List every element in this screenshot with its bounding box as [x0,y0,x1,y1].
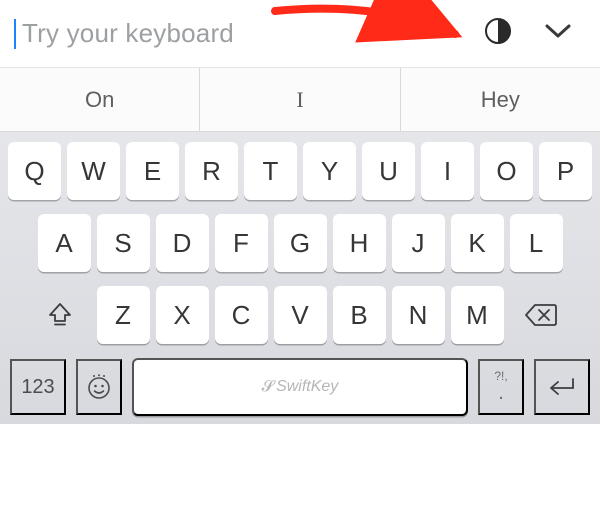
emoji-key[interactable] [76,359,122,415]
key-f[interactable]: F [215,214,268,272]
suggestion-bar: On I Hey [0,68,600,132]
key-s[interactable]: S [97,214,150,272]
key-b[interactable]: B [333,286,386,344]
key-c[interactable]: C [215,286,268,344]
return-icon [545,374,579,400]
suggestion-item[interactable]: I [199,68,399,131]
keyboard-try-input[interactable]: Try your keyboard [22,18,484,49]
key-a[interactable]: A [38,214,91,272]
emoji-icon [85,373,113,401]
space-brand-label: SwiftKey [262,378,339,396]
space-key[interactable]: SwiftKey [132,358,468,416]
contrast-icon[interactable] [484,17,512,50]
shift-key[interactable] [29,286,91,344]
header-icons [484,17,586,50]
key-m[interactable]: M [451,286,504,344]
key-row-1: Q W E R T Y U I O P [4,142,596,200]
suggestion-item[interactable]: On [0,68,199,131]
key-r[interactable]: R [185,142,238,200]
key-k[interactable]: K [451,214,504,272]
numeric-key[interactable]: 123 [10,359,66,415]
shift-icon [46,301,74,329]
keyboard: Q W E R T Y U I O P A S D F G H J K L Z … [0,132,600,424]
key-row-3: Z X C V B N M [4,286,596,344]
suggestion-item[interactable]: Hey [400,68,600,131]
key-g[interactable]: G [274,214,327,272]
key-v[interactable]: V [274,286,327,344]
key-u[interactable]: U [362,142,415,200]
key-e[interactable]: E [126,142,179,200]
key-d[interactable]: D [156,214,209,272]
punctuation-key[interactable]: ?!, . [478,359,524,415]
key-p[interactable]: P [539,142,592,200]
key-t[interactable]: T [244,142,297,200]
key-x[interactable]: X [156,286,209,344]
input-header: Try your keyboard [0,0,600,68]
return-key[interactable] [534,359,590,415]
key-i[interactable]: I [421,142,474,200]
key-q[interactable]: Q [8,142,61,200]
key-j[interactable]: J [392,214,445,272]
backspace-icon [524,302,558,328]
key-w[interactable]: W [67,142,120,200]
key-h[interactable]: H [333,214,386,272]
punct-main: . [498,382,504,404]
key-n[interactable]: N [392,286,445,344]
key-row-4: 123 SwiftKey ?!, . [4,358,596,418]
key-row-2: A S D F G H J K L [4,214,596,272]
key-y[interactable]: Y [303,142,356,200]
backspace-key[interactable] [510,286,572,344]
key-l[interactable]: L [510,214,563,272]
key-z[interactable]: Z [97,286,150,344]
text-caret [14,19,16,49]
key-o[interactable]: O [480,142,533,200]
chevron-down-icon[interactable] [538,18,578,49]
